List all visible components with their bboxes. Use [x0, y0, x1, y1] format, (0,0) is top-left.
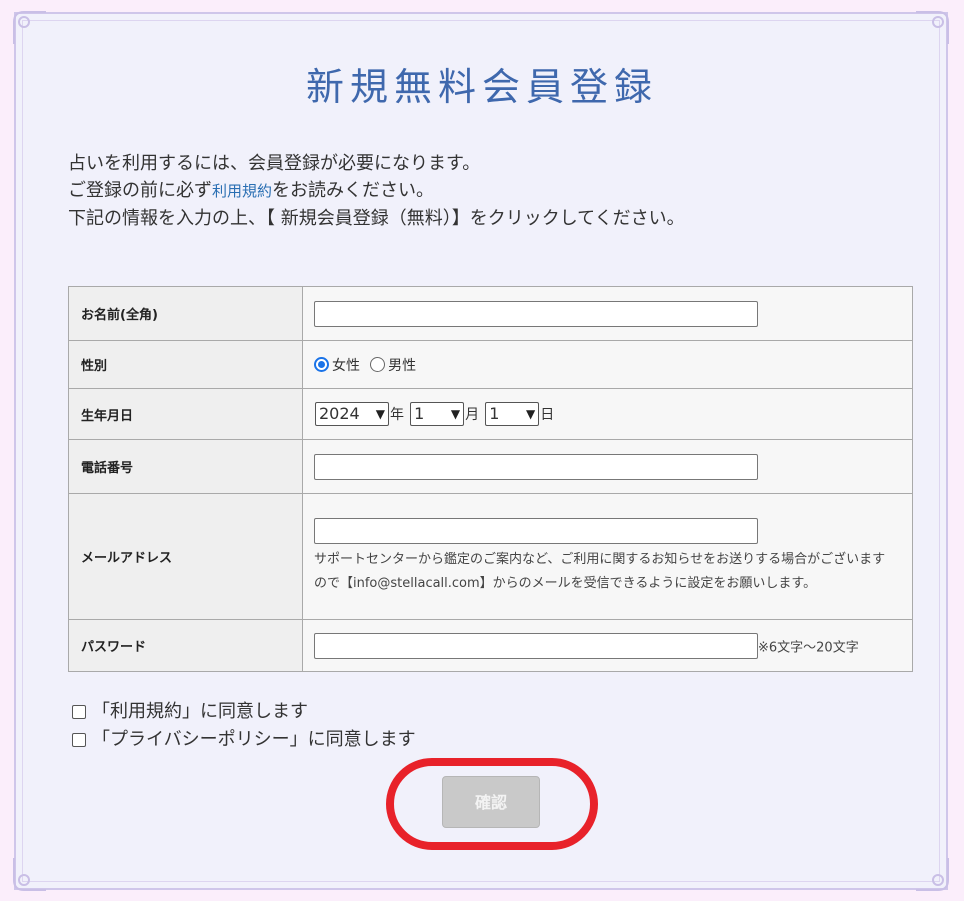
- name-row: お名前(全角): [68, 286, 913, 341]
- gender-field-cell: 女性 男性: [302, 340, 913, 389]
- intro-line-2-post: をお読みください。: [272, 180, 435, 201]
- privacy-agree-label[interactable]: 「プライバシーポリシー」に同意します: [92, 729, 416, 750]
- email-label: メールアドレス: [68, 493, 303, 620]
- confirm-button[interactable]: 確認: [442, 776, 540, 828]
- birth-year-select[interactable]: 2024 ▼: [315, 402, 389, 426]
- phone-label: 電話番号: [68, 439, 303, 494]
- chevron-down-icon: ▼: [450, 407, 461, 421]
- email-row: メールアドレス サポートセンターから鑑定のご案内など、ご利用に関するお知らせをお…: [68, 493, 913, 620]
- password-field-cell: ※6文字～20文字: [302, 619, 913, 672]
- agreement-checkboxes: 「利用規約」に同意します 「プライバシーポリシー」に同意します: [72, 698, 416, 754]
- intro-line-2: ご登録の前に必ず利用規約をお読みください。: [68, 177, 928, 205]
- corner-ornament-icon: [10, 8, 50, 48]
- registration-form-table: お名前(全角) 性別 女性 男性 生年月日 2024 ▼ 年 1 ▼ 月 1 ▼ 日 電話番…: [68, 286, 913, 672]
- corner-ornament-icon: [912, 854, 952, 894]
- terms-link[interactable]: 利用規約: [212, 182, 272, 200]
- phone-input[interactable]: [314, 453, 758, 480]
- birth-month-select[interactable]: 1 ▼: [410, 402, 465, 426]
- terms-agree-row[interactable]: 「利用規約」に同意します: [72, 698, 416, 726]
- gender-label: 性別: [68, 340, 303, 389]
- intro-line-1: 占いを利用するには、会員登録が必要になります。: [68, 153, 481, 174]
- name-field-cell: [302, 286, 913, 341]
- name-input[interactable]: [314, 300, 758, 327]
- name-label: お名前(全角): [68, 286, 303, 341]
- password-row: パスワード ※6文字～20文字: [68, 619, 913, 672]
- page-title: 新規無料会員登録: [305, 65, 658, 109]
- birthdate-row: 生年月日 2024 ▼ 年 1 ▼ 月 1 ▼ 日: [68, 388, 913, 440]
- birth-day-value: 1: [489, 404, 500, 423]
- corner-ornament-icon: [912, 8, 952, 48]
- chevron-down-icon: ▼: [526, 407, 536, 421]
- gender-male-label[interactable]: 男性: [388, 358, 416, 374]
- phone-field-cell: [302, 439, 913, 494]
- gender-female-label[interactable]: 女性: [332, 358, 360, 374]
- birth-day-unit: 日: [540, 407, 555, 423]
- terms-agree-label[interactable]: 「利用規約」に同意します: [92, 701, 308, 722]
- birth-year-unit: 年: [390, 407, 404, 423]
- gender-row: 性別 女性 男性: [68, 340, 913, 389]
- intro-line-2-pre: ご登録の前に必ず: [68, 180, 212, 201]
- privacy-agree-row[interactable]: 「プライバシーポリシー」に同意します: [72, 726, 416, 754]
- password-input[interactable]: [314, 632, 758, 659]
- intro-text: 占いを利用するには、会員登録が必要になります。 ご登録の前に必ず利用規約をお読み…: [68, 150, 928, 232]
- birth-day-select[interactable]: 1 ▼: [485, 402, 540, 426]
- corner-ornament-icon: [10, 854, 50, 894]
- password-label: パスワード: [68, 619, 303, 672]
- birthdate-label: 生年月日: [68, 388, 303, 440]
- birthdate-field-cell: 2024 ▼ 年 1 ▼ 月 1 ▼ 日: [302, 388, 913, 440]
- terms-agree-checkbox[interactable]: [72, 705, 86, 719]
- gender-female-radio[interactable]: [314, 357, 329, 372]
- email-input[interactable]: [314, 517, 758, 544]
- birth-month-unit: 月: [465, 407, 480, 423]
- email-field-cell: サポートセンターから鑑定のご案内など、ご利用に関するお知らせをお送りする場合がご…: [302, 493, 913, 620]
- birth-month-value: 1: [414, 404, 425, 423]
- phone-row: 電話番号: [68, 439, 913, 494]
- privacy-agree-checkbox[interactable]: [72, 733, 86, 747]
- birth-year-value: 2024: [319, 404, 360, 423]
- gender-male-radio[interactable]: [370, 357, 386, 372]
- intro-line-3: 下記の情報を入力の上、【 新規会員登録（無料）】をクリックしてください。: [68, 208, 685, 229]
- chevron-down-icon: ▼: [375, 407, 385, 421]
- password-note: ※6文字～20文字: [758, 640, 859, 655]
- email-note: サポートセンターから鑑定のご案内など、ご利用に関するお知らせをお送りする場合がご…: [314, 551, 886, 591]
